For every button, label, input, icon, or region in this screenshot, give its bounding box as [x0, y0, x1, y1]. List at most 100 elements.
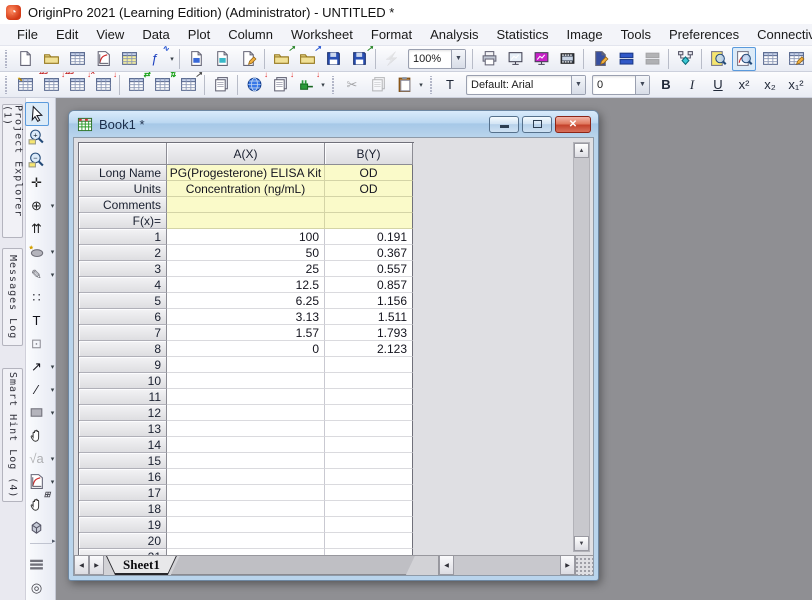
cell-b[interactable]: 1.793: [325, 325, 413, 341]
import-multiple-ascii-button[interactable]: ↓123: [65, 73, 89, 97]
database-import-button[interactable]: ↓: [242, 73, 266, 97]
close-button[interactable]: ✕: [555, 116, 591, 133]
horizontal-scrollbar[interactable]: ◀ ▶: [438, 556, 575, 575]
row-header[interactable]: F(x)=: [79, 213, 167, 229]
cut-button[interactable]: ✂: [340, 73, 364, 97]
menu-data[interactable]: Data: [133, 25, 178, 44]
row-header[interactable]: 5: [79, 293, 167, 309]
cell-b[interactable]: [325, 389, 413, 405]
font-size-combo[interactable]: 0▼: [592, 75, 650, 95]
minimize-button[interactable]: [489, 116, 519, 133]
cell-a[interactable]: [167, 533, 325, 549]
vertical-scrollbar[interactable]: ▲ ▼: [573, 142, 590, 552]
clipboard-import-button[interactable]: ↓: [268, 73, 292, 97]
cell-a[interactable]: Concentration (ng/mL): [167, 181, 325, 197]
data-connector-button[interactable]: ↓: [294, 73, 318, 97]
new-matrix-button[interactable]: [117, 47, 141, 71]
superscript-button[interactable]: x²: [732, 73, 756, 97]
menu-plot[interactable]: Plot: [179, 25, 219, 44]
cell-a[interactable]: [167, 501, 325, 517]
cell-b[interactable]: [325, 213, 413, 229]
font-combo-dropdown-icon[interactable]: ▼: [571, 76, 585, 94]
corner-header-cell[interactable]: [79, 143, 167, 165]
toolbar-grip[interactable]: [4, 50, 8, 68]
cell-a[interactable]: 6.25: [167, 293, 325, 309]
cell-a[interactable]: [167, 197, 325, 213]
open-button[interactable]: [39, 47, 63, 71]
rotate-3d-tool[interactable]: [25, 516, 49, 540]
arrow-tool[interactable]: ↗: [25, 355, 49, 379]
cluster-tool[interactable]: ∷: [25, 286, 49, 310]
movie-frames-button[interactable]: [555, 47, 579, 71]
row-header[interactable]: 17: [79, 485, 167, 501]
cell-a[interactable]: [167, 213, 325, 229]
open-excel-button[interactable]: ↗: [295, 47, 319, 71]
object-manager-button[interactable]: [673, 47, 697, 71]
paste-button[interactable]: [392, 73, 416, 97]
zoom-level-combo[interactable]: 100%▼: [408, 49, 466, 69]
dock-tab-messages-log[interactable]: Messages Log: [2, 248, 23, 346]
cell-a[interactable]: [167, 485, 325, 501]
text-tool[interactable]: T: [25, 309, 49, 333]
worksheet-view-button[interactable]: [758, 47, 782, 71]
cell-b[interactable]: [325, 517, 413, 533]
menu-worksheet[interactable]: Worksheet: [282, 25, 362, 44]
row-header[interactable]: 9: [79, 357, 167, 373]
cell-b[interactable]: 0.857: [325, 277, 413, 293]
row-header[interactable]: 18: [79, 501, 167, 517]
copy-button[interactable]: [366, 73, 390, 97]
row-header[interactable]: 2: [79, 245, 167, 261]
cell-b[interactable]: [325, 197, 413, 213]
font-size-combo-dropdown-icon[interactable]: ▼: [635, 76, 649, 94]
new-function-plot-button-dropdown-arrow[interactable]: ▾: [168, 55, 176, 63]
reimport-directly-button[interactable]: ⇄: [124, 73, 148, 97]
cell-a[interactable]: [167, 469, 325, 485]
cell-b[interactable]: [325, 357, 413, 373]
cell-a[interactable]: [167, 517, 325, 533]
row-header[interactable]: 4: [79, 277, 167, 293]
new-image-button[interactable]: [184, 47, 208, 71]
row-header[interactable]: 8: [79, 341, 167, 357]
data-reader-tool[interactable]: ⊕: [25, 194, 49, 218]
cell-b[interactable]: 1.156: [325, 293, 413, 309]
row-header[interactable]: 6: [79, 309, 167, 325]
snap-center-tool[interactable]: ◎: [25, 576, 49, 600]
sheet-nav-next-button[interactable]: ▶: [89, 556, 104, 575]
new-layout-button[interactable]: [210, 47, 234, 71]
save-template-button[interactable]: ↗: [347, 47, 371, 71]
cell-b[interactable]: OD: [325, 181, 413, 197]
scroll-up-button[interactable]: ▲: [574, 143, 589, 158]
open-template-button[interactable]: ↗: [269, 47, 293, 71]
menu-column[interactable]: Column: [219, 25, 282, 44]
save-project-button[interactable]: [321, 47, 345, 71]
row-header[interactable]: 10: [79, 373, 167, 389]
text-format-button[interactable]: T: [438, 73, 462, 97]
new-workbook-button[interactable]: [65, 47, 89, 71]
format-page-button[interactable]: [588, 47, 612, 71]
cell-b[interactable]: [325, 421, 413, 437]
cell-a[interactable]: 25: [167, 261, 325, 277]
row-header[interactable]: 7: [79, 325, 167, 341]
row-header[interactable]: 11: [79, 389, 167, 405]
line-tool[interactable]: ∕: [25, 378, 49, 402]
row-header[interactable]: Long Name: [79, 165, 167, 181]
new-function-plot-button[interactable]: ƒ∿: [143, 47, 167, 71]
cell-b[interactable]: [325, 533, 413, 549]
mask-tool[interactable]: [25, 240, 49, 264]
cell-b[interactable]: [325, 453, 413, 469]
pan-tool[interactable]: [25, 424, 49, 448]
menu-connectivity[interactable]: Connectivity: [748, 25, 812, 44]
dock-tab-smart-hint-log[interactable]: Smart Hint Log (4): [2, 368, 23, 502]
zoom-out-tool[interactable]: −: [25, 148, 49, 172]
cell-b[interactable]: [325, 501, 413, 517]
import-ascii-button[interactable]: ↓123: [39, 73, 63, 97]
menu-tools[interactable]: Tools: [612, 25, 660, 44]
row-header[interactable]: 19: [79, 517, 167, 533]
resize-page-tool[interactable]: ⊞: [25, 493, 49, 517]
zoom-in-tool[interactable]: +: [25, 125, 49, 149]
import-wizard-button[interactable]: [13, 73, 37, 97]
cell-a[interactable]: 3.13: [167, 309, 325, 325]
row-header[interactable]: 14: [79, 437, 167, 453]
cell-b[interactable]: [325, 437, 413, 453]
menu-file[interactable]: File: [8, 25, 47, 44]
